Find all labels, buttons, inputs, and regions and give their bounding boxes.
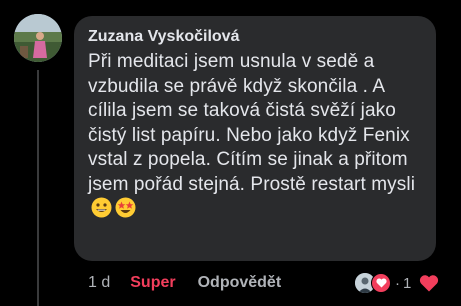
comment-actions: 1 d Super Odpovědět xyxy=(88,272,281,294)
comment-bubble: Zuzana Vyskočilová Při meditaci jsem usn… xyxy=(74,16,436,261)
reply-button[interactable]: Odpovědět xyxy=(198,274,282,292)
super-reaction-button[interactable]: Super xyxy=(130,274,175,292)
author-avatar[interactable] xyxy=(14,14,62,62)
comment-author[interactable]: Zuzana Vyskočilová xyxy=(88,26,422,48)
reactions-summary[interactable]: · 1 xyxy=(354,271,439,295)
heart-icon[interactable] xyxy=(419,273,439,293)
heart-reaction-icon xyxy=(371,273,391,293)
star-struck-emoji xyxy=(115,197,136,218)
comment-text: Při meditaci jsem usnula v sedě a vzbudi… xyxy=(88,51,416,195)
comment-text-block: Při meditaci jsem usnula v sedě a vzbudi… xyxy=(88,50,422,222)
thread-line xyxy=(37,70,39,306)
reaction-count: 1 xyxy=(403,274,412,292)
grinning-face-emoji xyxy=(91,197,112,218)
avatar-photo xyxy=(14,14,62,62)
comment-timestamp[interactable]: 1 d xyxy=(88,274,110,292)
separator-dot: · xyxy=(395,274,400,292)
